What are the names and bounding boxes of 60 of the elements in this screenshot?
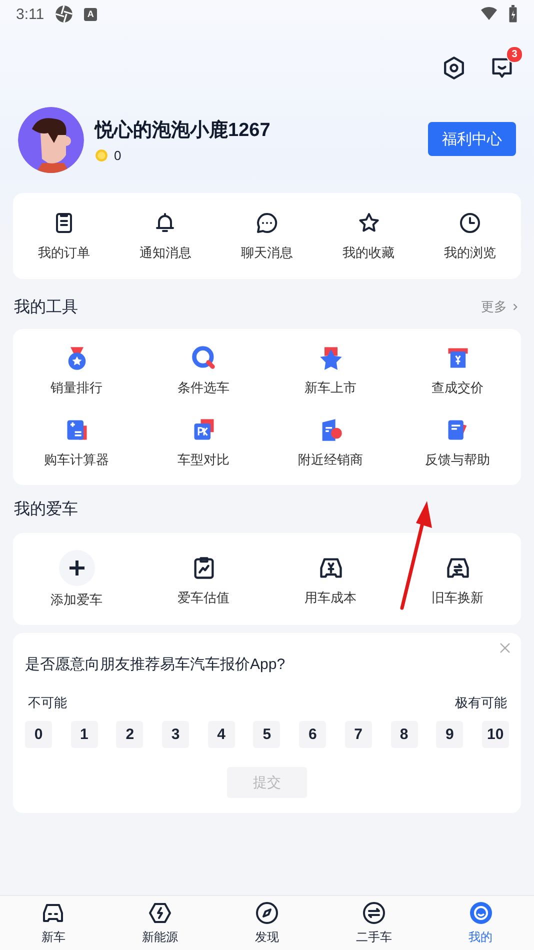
- shortcut-label[interactable]: 我的浏览: [444, 244, 496, 262]
- score-option[interactable]: 7: [344, 721, 372, 748]
- score-option[interactable]: 5: [253, 721, 280, 748]
- lightning-hexagon-icon: [148, 900, 172, 924]
- nav-tab[interactable]: 二手车: [320, 896, 428, 950]
- section-title: 我的爱车: [14, 500, 78, 520]
- magnifier-icon[interactable]: [190, 345, 216, 371]
- score-option[interactable]: 2: [116, 721, 144, 748]
- score-option[interactable]: 1: [70, 721, 98, 748]
- wifi-icon: [480, 6, 498, 22]
- score-option[interactable]: 6: [299, 721, 326, 748]
- score-option[interactable]: 3: [162, 721, 190, 748]
- add-icon[interactable]: [58, 550, 94, 586]
- car-tool-label[interactable]: 爱车估值: [178, 588, 230, 606]
- clock: 3:11: [16, 6, 44, 22]
- tool-label[interactable]: 附近经销商: [298, 451, 363, 469]
- tool-label[interactable]: 查成交价: [432, 379, 484, 397]
- score-option[interactable]: 9: [436, 721, 464, 748]
- scale-high-label: 极有可能: [455, 694, 507, 712]
- welfare-center-button[interactable]: 福利中心: [428, 122, 516, 156]
- star-icon[interactable]: [356, 210, 381, 234]
- settings-icon[interactable]: [441, 55, 467, 81]
- smile-circle-icon: [468, 900, 493, 924]
- avatar: [18, 107, 84, 173]
- coin-icon: [95, 149, 108, 162]
- chat-bubble-icon[interactable]: [254, 210, 279, 234]
- shortcut-label[interactable]: 我的订单: [38, 244, 90, 262]
- car-tool-label[interactable]: 旧车换新: [432, 588, 484, 606]
- score-option[interactable]: 4: [208, 721, 235, 748]
- tool-label[interactable]: 车型对比: [178, 451, 230, 469]
- swap-circle-icon: [362, 900, 386, 924]
- score-option[interactable]: 8: [390, 721, 418, 748]
- survey-question: 是否愿意向朋友推荐易车汽车报价App?: [25, 655, 286, 674]
- nav-tab[interactable]: 我的: [427, 896, 534, 950]
- car-tool-label[interactable]: 添加爱车: [50, 590, 102, 608]
- tool-label[interactable]: 购车计算器: [44, 451, 109, 469]
- tool-label[interactable]: 条件选车: [178, 379, 230, 397]
- compass-icon: [254, 900, 279, 924]
- scale-low-label: 不可能: [28, 694, 67, 712]
- section-title: 我的工具: [14, 298, 78, 318]
- keyboard-indicator: A: [84, 8, 98, 20]
- shortcut-label[interactable]: 我的收藏: [342, 244, 395, 262]
- coin-count: 0: [114, 148, 122, 163]
- battery-icon: [508, 5, 518, 23]
- nav-tab[interactable]: 新能源: [106, 896, 214, 950]
- clock-icon[interactable]: [458, 210, 482, 234]
- aperture-icon: [54, 4, 74, 24]
- star-tag-icon[interactable]: [318, 345, 344, 371]
- shortcut-label[interactable]: 通知消息: [139, 244, 192, 262]
- score-option[interactable]: 0: [25, 721, 52, 748]
- nav-tab[interactable]: 新车: [0, 896, 107, 950]
- nav-tab[interactable]: 发现: [214, 896, 320, 950]
- shortcut-label[interactable]: 聊天消息: [240, 244, 293, 262]
- tool-label[interactable]: 销量排行: [50, 379, 102, 397]
- tool-label[interactable]: 反馈与帮助: [425, 451, 490, 469]
- notification-badge: 3: [506, 46, 523, 63]
- tool-label[interactable]: 新车上市: [304, 379, 356, 397]
- score-option[interactable]: 10: [482, 721, 509, 748]
- car-tool-label[interactable]: 用车成本: [304, 588, 356, 606]
- username: 悦心的泡泡小鹿1267: [95, 118, 272, 143]
